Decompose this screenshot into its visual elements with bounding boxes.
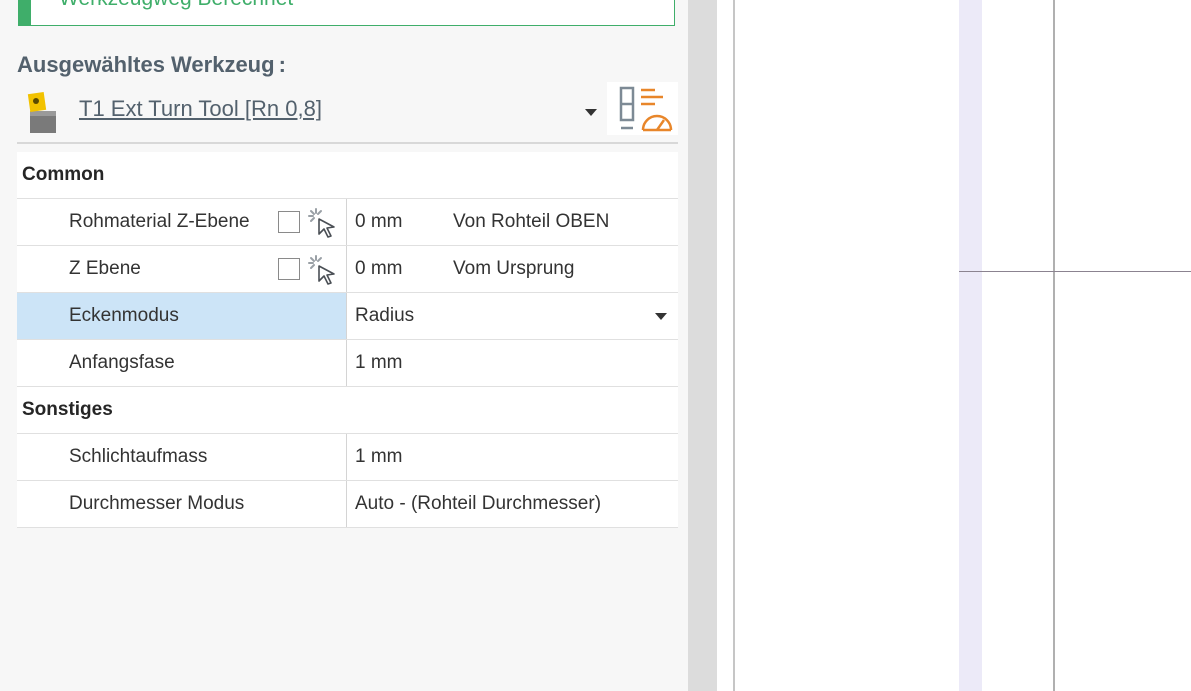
reference-label[interactable]: Von Rohteil OBEN (453, 199, 609, 245)
corner-mode-select[interactable]: Radius (347, 293, 678, 339)
property-value[interactable]: 0 mm Von Rohteil OBEN (347, 199, 678, 245)
properties-panel: Werkzeugweg Berechnet Ausgewähltes Werkz… (0, 0, 688, 691)
property-value[interactable]: 1 mm (347, 434, 678, 480)
property-name: Rohmaterial Z-Ebene (17, 199, 347, 245)
horizontal-axis-line (959, 271, 1191, 272)
dropdown-arrow-icon[interactable] (583, 106, 599, 118)
property-row-start-chamfer[interactable]: Anfangsfase 1 mm (17, 340, 678, 387)
property-name: Durchmesser Modus (17, 481, 347, 527)
reference-label[interactable]: Vom Ursprung (453, 246, 574, 292)
group-common[interactable]: Common (17, 152, 678, 199)
property-value[interactable]: 0 mm Vom Ursprung (347, 246, 678, 292)
dropdown-arrow-icon[interactable] (654, 312, 668, 321)
panel-splitter[interactable] (688, 0, 717, 691)
vertical-axis-line (1053, 0, 1055, 691)
viewport-guide-line (733, 0, 735, 691)
property-row-z-plane[interactable]: Z Ebene 0 mm Vom Ursprung (17, 246, 678, 293)
property-row-finish-allowance[interactable]: Schlichtaufmass 1 mm (17, 434, 678, 481)
property-row-stock-z[interactable]: Rohmaterial Z-Ebene 0 mm Von Rohteil OBE… (17, 199, 678, 246)
turn-tool-icon (27, 91, 56, 133)
pick-pointer-icon[interactable] (307, 207, 339, 239)
checkbox[interactable] (278, 211, 300, 233)
property-value[interactable]: Auto - (Rohteil Durchmesser) (347, 481, 678, 527)
tool-selector[interactable]: T1 Ext Turn Tool [Rn 0,8] (17, 82, 678, 144)
status-banner: Werkzeugweg Berechnet (18, 0, 675, 26)
graphics-viewport[interactable] (717, 0, 1191, 691)
status-text: Werkzeugweg Berechnet (59, 0, 293, 10)
property-name: Eckenmodus (17, 293, 347, 339)
selected-tool-label: Ausgewähltes Werkzeug: (17, 52, 286, 77)
property-grid: Common Rohmaterial Z-Ebene 0 mm Von Roht… (17, 152, 678, 528)
property-row-corner-mode[interactable]: Eckenmodus Radius (17, 293, 678, 340)
tool-name[interactable]: T1 Ext Turn Tool [Rn 0,8] (79, 96, 322, 122)
property-name: Z Ebene (17, 246, 347, 292)
property-name: Schlichtaufmass (17, 434, 347, 480)
stock-band (959, 0, 982, 691)
checkbox[interactable] (278, 258, 300, 280)
property-value[interactable]: 1 mm (347, 340, 678, 386)
pick-pointer-icon[interactable] (307, 254, 339, 286)
group-other[interactable]: Sonstiges (17, 387, 678, 434)
tool-parameters-icon[interactable] (607, 82, 678, 135)
property-row-diameter-mode[interactable]: Durchmesser Modus Auto - (Rohteil Durchm… (17, 481, 678, 528)
property-name: Anfangsfase (17, 340, 347, 386)
